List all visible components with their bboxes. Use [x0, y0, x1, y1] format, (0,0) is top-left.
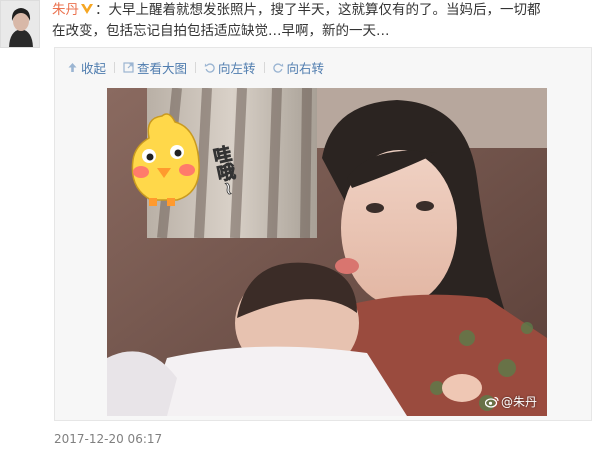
author-name[interactable]: 朱丹	[52, 2, 79, 18]
rotate-left-icon	[204, 62, 215, 73]
photo-watermark: @朱丹	[484, 393, 537, 410]
avatar[interactable]	[0, 0, 40, 48]
watermark-text: @朱丹	[500, 395, 537, 409]
toolbar-divider	[263, 61, 265, 73]
view-large-label: 查看大图	[137, 60, 188, 76]
vip-badge-icon	[81, 4, 93, 14]
post-timestamp[interactable]: 2017-12-20 06:17	[54, 432, 162, 446]
toolbar-divider	[195, 61, 197, 73]
post-photo[interactable]: 哇哦~ @朱丹	[107, 88, 547, 416]
expanded-media-card: 收起 查看大图 向左转 向右转 哇哦~ @朱丹	[54, 47, 592, 421]
media-toolbar: 收起 查看大图 向左转 向右转	[67, 57, 324, 77]
rotate-left-label: 向左转	[218, 60, 256, 76]
weibo-logo-icon	[484, 396, 499, 408]
photo-illustration: 哇哦~	[107, 88, 547, 416]
rotate-right-button[interactable]: 向右转	[272, 58, 325, 77]
arrow-up-icon	[68, 62, 77, 72]
zoom-icon	[123, 61, 134, 73]
toolbar-divider	[114, 61, 116, 73]
post-text: 朱丹 ：大早上醒着就想发张照片，搜了半天，这就算仅有的了。当妈后，一切都 在改变，…	[52, 0, 597, 42]
rotate-right-icon	[272, 62, 283, 73]
collapse-label: 收起	[81, 60, 107, 76]
rotate-right-label: 向右转	[286, 60, 325, 76]
view-large-button[interactable]: 查看大图	[123, 58, 187, 77]
rotate-left-button[interactable]: 向左转	[204, 58, 256, 77]
post-text-line2: 在改变，包括忘记自拍包括适应缺觉…早啊，新的一天…	[52, 23, 390, 39]
post-text-line1: ：大早上醒着就想发张照片，搜了半天，这就算仅有的了。当妈后，一切都	[95, 2, 541, 18]
collapse-button[interactable]: 收起	[67, 58, 106, 77]
